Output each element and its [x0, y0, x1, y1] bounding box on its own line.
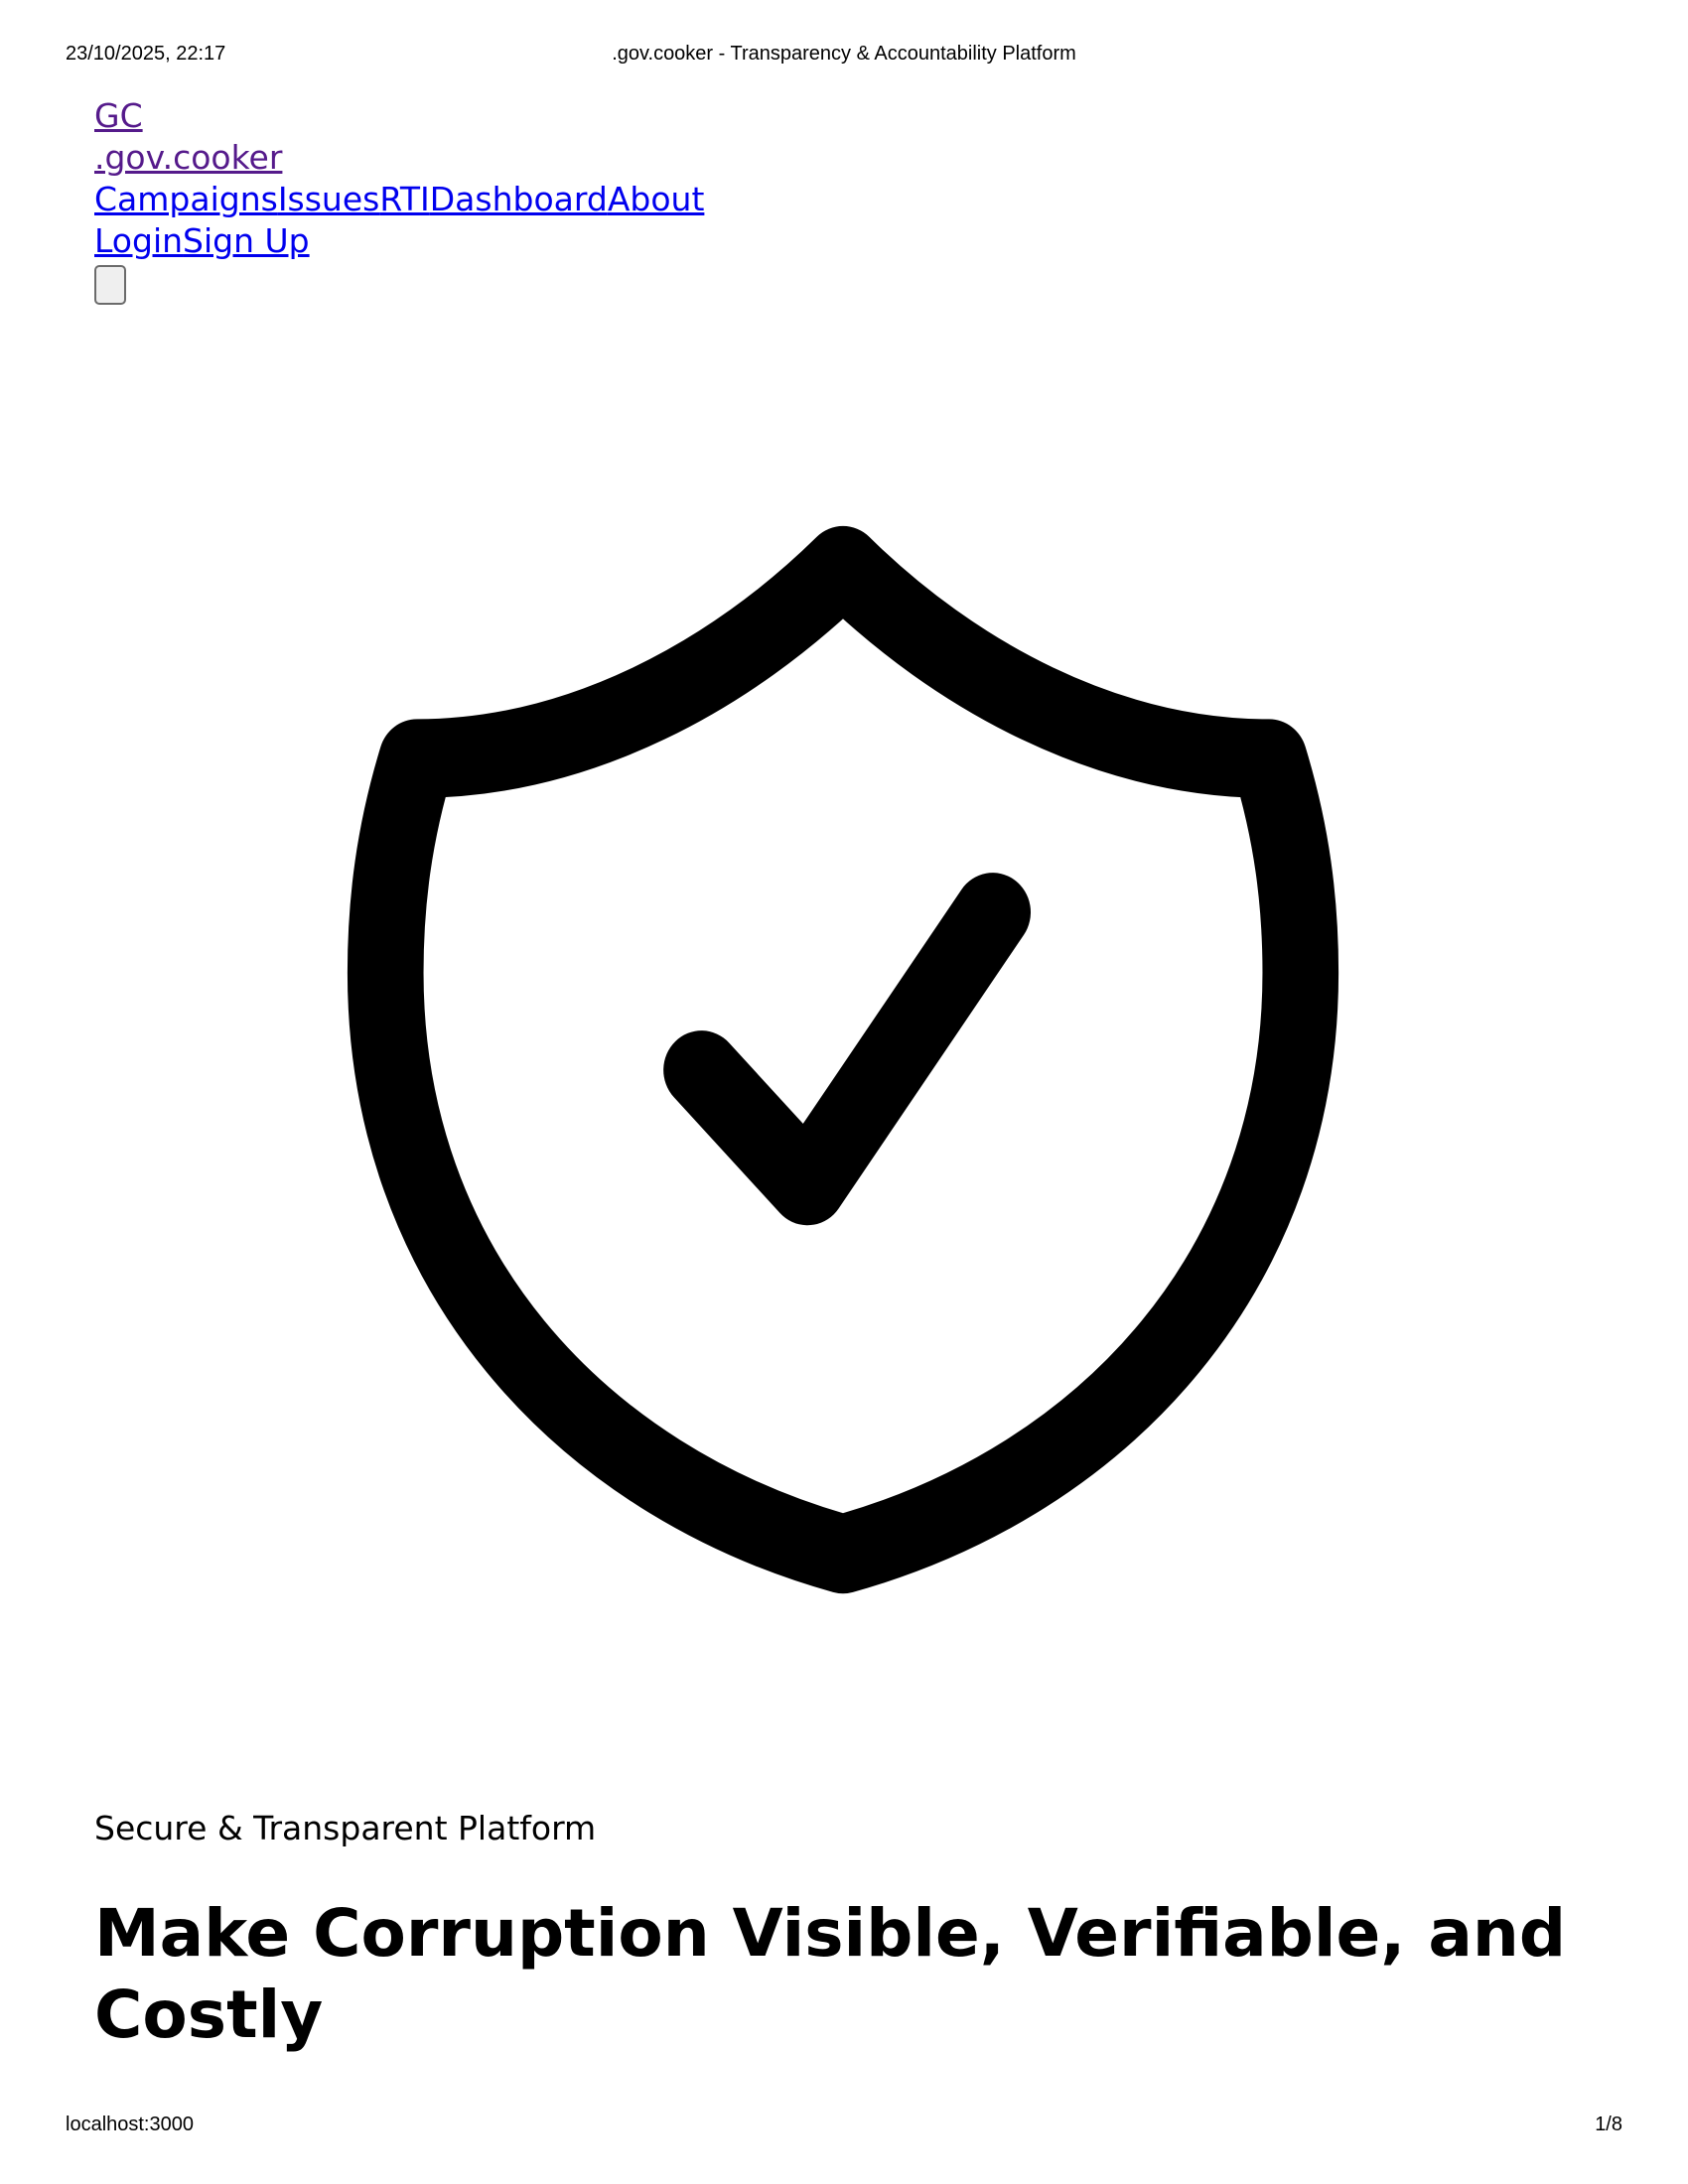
print-header-title: .gov.cooker - Transparency & Accountabil… — [612, 43, 1076, 65]
hero-headline: Make Corruption Visible, Verifiable, and… — [94, 1895, 1567, 2053]
nav-link-campaigns[interactable]: Campaigns — [94, 180, 278, 218]
main-nav-links: CampaignsIssuesRTIDashboardAbout — [94, 179, 704, 220]
auth-links: LoginSign Up — [94, 220, 704, 262]
logo-text-link[interactable]: .gov.cooker — [94, 138, 282, 177]
logo-mark-link[interactable]: GC — [94, 96, 143, 135]
shield-check-icon — [234, 423, 1452, 1686]
nav-link-about[interactable]: About — [608, 180, 705, 218]
nav-link-issues[interactable]: Issues — [278, 180, 380, 218]
nav-link-dashboard[interactable]: Dashboard — [430, 180, 608, 218]
logo-text-line: .gov.cooker — [94, 137, 704, 179]
site-navigation: GC .gov.cooker CampaignsIssuesRTIDashboa… — [94, 95, 704, 305]
signup-link[interactable]: Sign Up — [183, 221, 310, 260]
print-footer-page: 1/8 — [1595, 2114, 1622, 2135]
nav-link-rti[interactable]: RTI — [379, 180, 429, 218]
menu-toggle-button[interactable] — [94, 265, 126, 305]
print-footer-url: localhost:3000 — [66, 2114, 194, 2135]
logo-block: GC — [94, 95, 704, 137]
hero-tagline: Secure & Transparent Platform — [94, 1809, 597, 1847]
login-link[interactable]: Login — [94, 221, 183, 260]
